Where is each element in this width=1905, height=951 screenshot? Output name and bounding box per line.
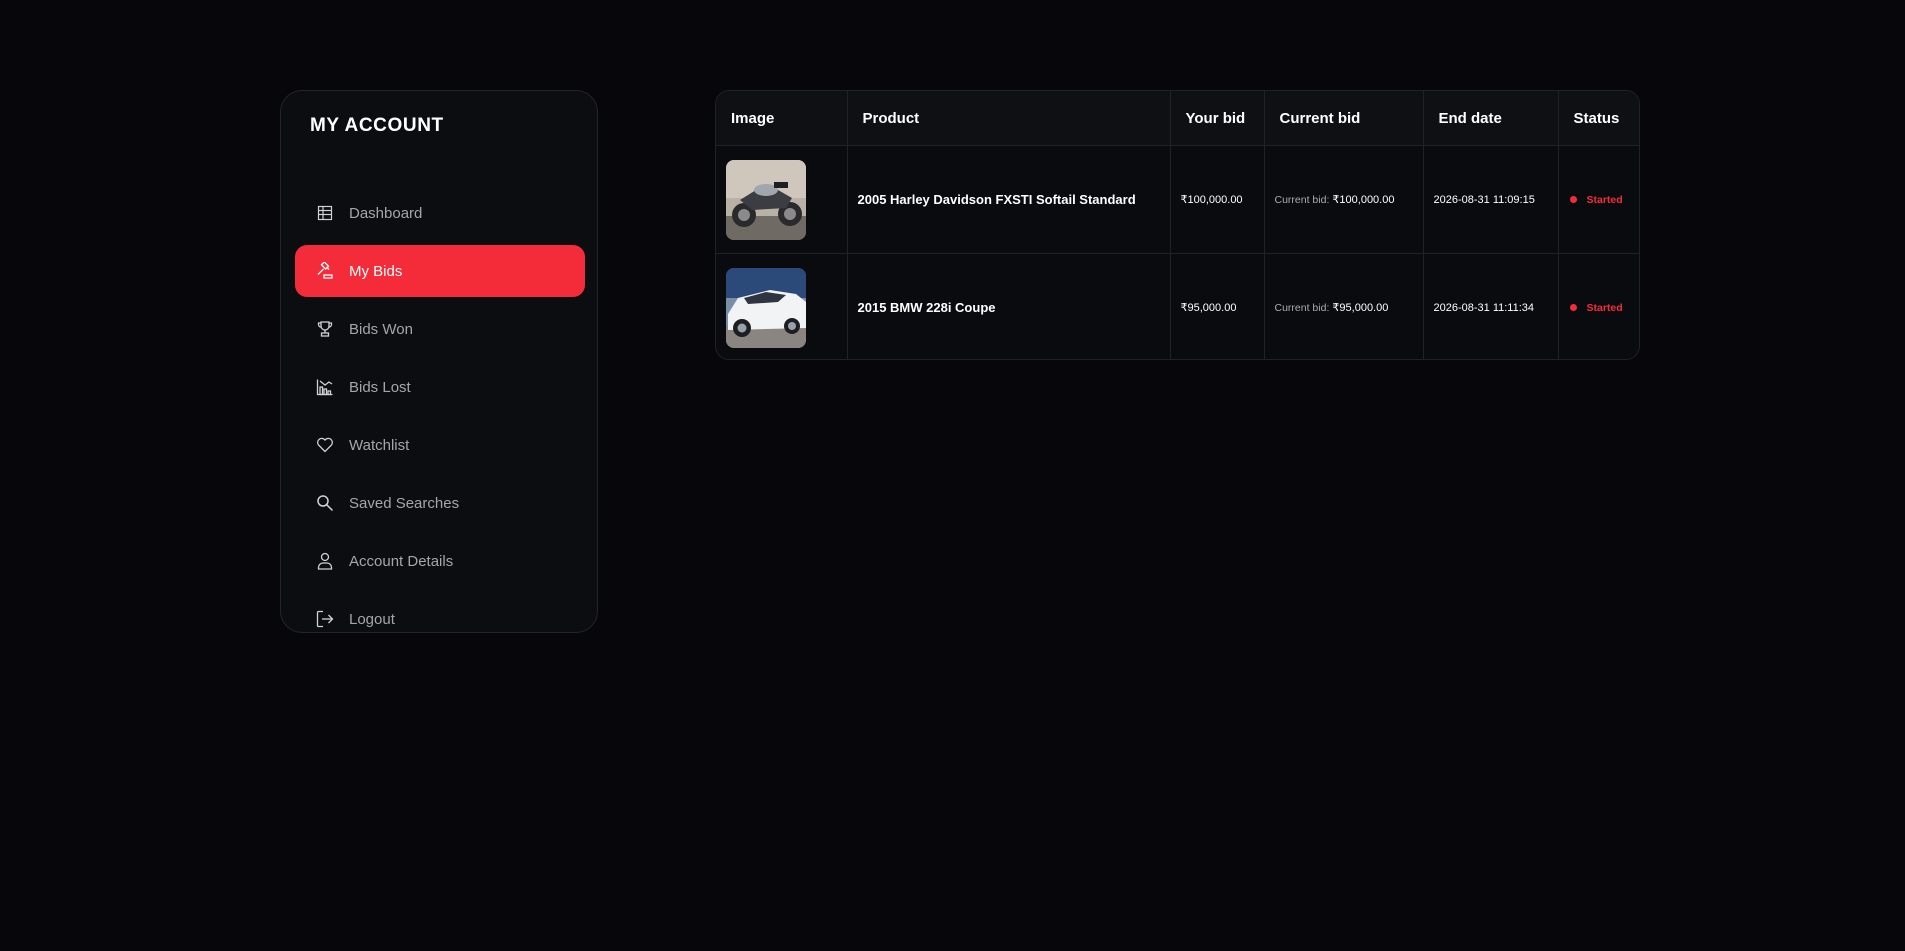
- sidebar-item-label: Dashboard: [349, 204, 423, 222]
- status-dot-icon: [1569, 196, 1577, 203]
- motorcycle-thumbnail[interactable]: [726, 159, 806, 240]
- current-bid-cell: Current bid: ₹95,000.00: [1264, 253, 1424, 359]
- sidebar-item-logout[interactable]: Logout: [295, 593, 585, 645]
- status-dot-icon: [1569, 304, 1577, 311]
- heart-icon: [315, 435, 335, 455]
- sidebar-item-my-bids[interactable]: My Bids: [295, 245, 585, 297]
- page: MY ACCOUNT Dashboard My Bids Bids Won Bi…: [0, 0, 1905, 951]
- column-header-end-date: End date: [1423, 91, 1559, 146]
- sidebar-item-account-details[interactable]: Account Details: [295, 535, 585, 587]
- end-date-cell: 2026-08-31 11:09:15: [1423, 145, 1559, 254]
- sidebar-item-watchlist[interactable]: Watchlist: [295, 419, 585, 471]
- current-bid-cell: Current bid: ₹100,000.00: [1264, 145, 1424, 254]
- image-cell: [716, 253, 848, 359]
- product-name[interactable]: 2005 Harley Davidson FXSTI Softail Stand…: [858, 192, 1136, 207]
- dashboard-icon: [315, 203, 335, 223]
- sidebar-item-label: Logout: [349, 610, 395, 628]
- sidebar-item-label: Account Details: [349, 552, 454, 570]
- table-row: 2005 Harley Davidson FXSTI Softail Stand…: [716, 145, 1639, 254]
- column-header-product: Product: [847, 91, 1171, 146]
- status-badge: Started: [1569, 302, 1632, 314]
- column-header-status: Status: [1558, 91, 1639, 146]
- current-bid-label: Current bid:: [1274, 194, 1330, 206]
- chart-down-icon: [315, 377, 335, 397]
- end-date-cell: 2026-08-31 11:11:34: [1423, 253, 1559, 359]
- status-label: Started: [1586, 193, 1623, 206]
- gavel-icon: [315, 261, 335, 281]
- status-badge: Started: [1569, 194, 1632, 206]
- column-header-image: Image: [716, 91, 848, 146]
- your-bid-cell: ₹100,000.00: [1170, 145, 1265, 254]
- current-bid-value: ₹100,000.00: [1329, 194, 1395, 206]
- your-bid-cell: ₹95,000.00: [1170, 253, 1265, 359]
- current-bid-value: ₹95,000.00: [1329, 302, 1389, 314]
- current-bid-label: Current bid:: [1274, 302, 1330, 314]
- product-cell: 2015 BMW 228i Coupe: [847, 253, 1171, 359]
- product-cell: 2005 Harley Davidson FXSTI Softail Stand…: [847, 145, 1171, 254]
- status-cell: Started: [1558, 145, 1639, 254]
- car-thumbnail[interactable]: [726, 267, 806, 348]
- sidebar-item-bids-won[interactable]: Bids Won: [295, 303, 585, 355]
- sidebar-item-label: Bids Lost: [349, 378, 411, 396]
- sidebar-item-label: My Bids: [349, 262, 403, 280]
- status-cell: Started: [1558, 254, 1639, 360]
- status-label: Started: [1586, 301, 1623, 314]
- table-header-row: Image Product Your bid Current bid End d…: [716, 91, 1639, 146]
- trophy-icon: [315, 319, 335, 339]
- sidebar-item-label: Watchlist: [349, 436, 410, 454]
- table-row: 2015 BMW 228i Coupe ₹95,000.00 Current b…: [716, 253, 1639, 360]
- search-icon: [315, 493, 335, 513]
- my-bids-table: Image Product Your bid Current bid End d…: [715, 90, 1640, 360]
- sidebar-item-dashboard[interactable]: Dashboard: [295, 187, 585, 239]
- logout-icon: [315, 609, 335, 629]
- column-header-current-bid: Current bid: [1264, 91, 1424, 146]
- user-icon: [315, 551, 335, 571]
- sidebar-item-saved-searches[interactable]: Saved Searches: [295, 477, 585, 529]
- account-sidebar: MY ACCOUNT Dashboard My Bids Bids Won Bi…: [280, 90, 598, 633]
- sidebar-item-bids-lost[interactable]: Bids Lost: [295, 361, 585, 413]
- product-name[interactable]: 2015 BMW 228i Coupe: [858, 300, 996, 315]
- column-header-your-bid: Your bid: [1170, 91, 1265, 146]
- image-cell: [716, 145, 848, 254]
- bids-table: Image Product Your bid Current bid End d…: [716, 91, 1639, 360]
- sidebar-item-label: Bids Won: [349, 320, 413, 338]
- sidebar-title: MY ACCOUNT: [310, 115, 444, 136]
- sidebar-item-label: Saved Searches: [349, 494, 460, 512]
